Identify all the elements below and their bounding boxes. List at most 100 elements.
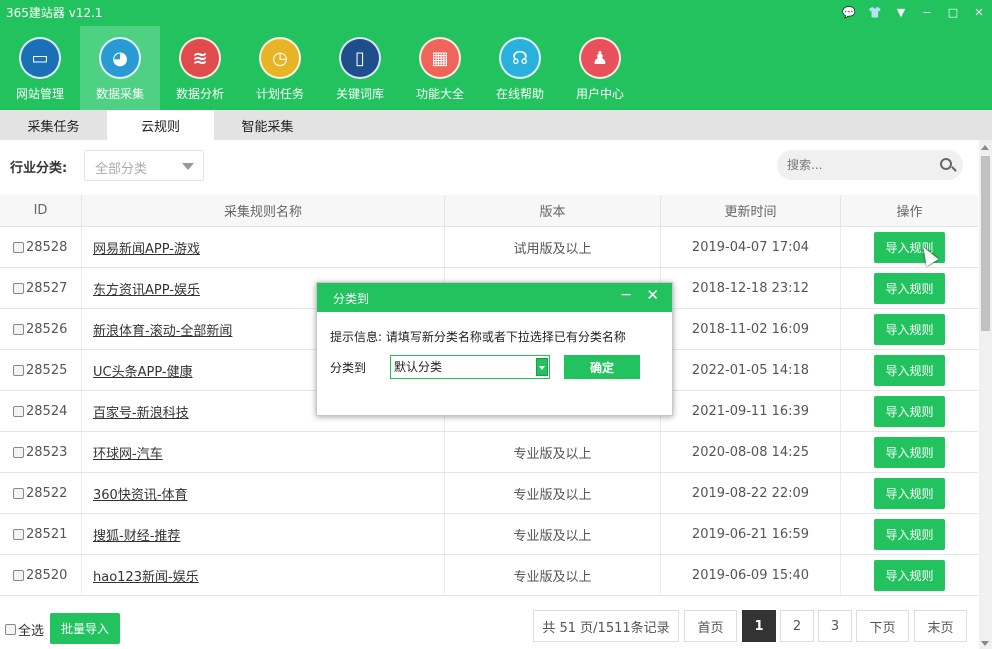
cell-time: 2018-11-02 16:09 (661, 309, 841, 349)
tab-cloud-rules[interactable]: 云规则 (107, 110, 214, 140)
cell-time: 2020-08-08 14:25 (661, 432, 841, 472)
cell-name: 环球网-汽车 (82, 432, 445, 472)
dialog-close-icon[interactable]: ✕ (646, 286, 659, 304)
import-rule-button[interactable]: 导入规则 (874, 354, 945, 386)
nav-item-2[interactable]: ≋ 数据分析 (160, 26, 240, 110)
row-checkbox[interactable] (13, 405, 24, 417)
import-rule-button[interactable]: 导入规则 (874, 436, 945, 468)
row-id: 28526 (26, 321, 68, 337)
rule-name-link[interactable]: 百家号-新浪科技 (93, 402, 189, 421)
nav-item-1[interactable]: ◕ 数据采集 (80, 26, 160, 110)
nav-item-5[interactable]: ▦ 功能大全 (400, 26, 480, 110)
nav-item-7[interactable]: ♟ 用户中心 (560, 26, 640, 110)
dialog-category-select[interactable]: 默认分类 (390, 355, 550, 379)
cell-action: 导入规则 (841, 555, 978, 595)
row-checkbox[interactable] (13, 569, 24, 581)
chat-icon[interactable]: 💬 (836, 0, 862, 24)
tab-smart-collect[interactable]: 智能采集 (214, 110, 321, 140)
rule-name-link[interactable]: 网易新闻APP-游戏 (93, 238, 200, 257)
scroll-down-icon[interactable] (981, 641, 989, 646)
cell-name: hao123新闻-娱乐 (82, 555, 445, 595)
page-button-3[interactable]: 3 (818, 610, 852, 642)
cell-action: 导入规则 (841, 473, 978, 513)
minimize-icon[interactable]: − (914, 0, 940, 24)
rule-name-link[interactable]: 东方资讯APP-娱乐 (93, 279, 200, 298)
row-checkbox[interactable] (13, 241, 24, 253)
rule-name-link[interactable]: 环球网-汽车 (93, 443, 163, 462)
dialog-confirm-button[interactable]: 确定 (564, 355, 640, 379)
rule-name-link[interactable]: 360快资讯-体育 (93, 484, 188, 503)
nav-item-4[interactable]: ▯ 关键词库 (320, 26, 400, 110)
search-input[interactable] (787, 155, 927, 175)
rule-name-link[interactable]: 搜狐-财经-推荐 (93, 525, 180, 544)
select-all-checkbox[interactable] (5, 624, 16, 635)
row-checkbox[interactable] (13, 446, 24, 458)
import-rule-button[interactable]: 导入规则 (874, 477, 945, 509)
import-rule-button[interactable]: 导入规则 (874, 559, 945, 591)
skin-icon[interactable]: 👕 (862, 0, 888, 24)
dialog-header[interactable]: 分类到 − ✕ (317, 283, 672, 312)
batch-import-button[interactable]: 批量导入 (50, 613, 120, 644)
database-icon: ≋ (179, 37, 221, 79)
app-title: 365建站器 v12.1 (6, 6, 103, 20)
rule-name-link[interactable]: 新浪体育-滚动-全部新闻 (93, 320, 232, 339)
header-version: 版本 (445, 195, 661, 226)
nav-item-3[interactable]: ◷ 计划任务 (240, 26, 320, 110)
row-id: 28528 (26, 239, 68, 255)
first-page-button[interactable]: 首页 (684, 610, 737, 642)
nav-item-label: 计划任务 (255, 87, 304, 101)
page-button-1[interactable]: 1 (742, 610, 776, 642)
row-checkbox[interactable] (13, 364, 24, 376)
select-all-label: 全选 (18, 624, 45, 639)
tab-collect-tasks[interactable]: 采集任务 (0, 110, 107, 140)
cell-name: 网易新闻APP-游戏 (82, 227, 445, 267)
cell-action: 导入规则 (841, 309, 978, 349)
nav-item-0[interactable]: ▭ 网站管理 (0, 26, 80, 110)
row-checkbox[interactable] (13, 528, 24, 540)
maximize-icon[interactable]: □ (940, 0, 966, 24)
headset-icon: ☊ (499, 37, 541, 79)
vertical-scrollbar[interactable] (979, 140, 992, 649)
main-nav: ▭ 网站管理 ◕ 数据采集 ≋ 数据分析 ◷ 计划任务 ▯ 关键词库 ▦ 功能大全 ☊ 在线帮助 ♟ 用户中心 (0, 26, 640, 110)
select-all[interactable]: 全选 (5, 620, 44, 639)
row-checkbox[interactable] (13, 323, 24, 335)
industry-select[interactable]: 全部分类 (84, 150, 204, 181)
cell-id: 28520 (0, 555, 82, 595)
scroll-thumb[interactable] (981, 156, 990, 331)
nav-item-6[interactable]: ☊ 在线帮助 (480, 26, 560, 110)
cell-id: 28525 (0, 350, 82, 390)
cell-version: 试用版及以上 (445, 227, 661, 267)
last-page-button[interactable]: 末页 (914, 610, 967, 642)
close-icon[interactable]: ✕ (966, 0, 992, 24)
import-rule-button[interactable]: 导入规则 (874, 313, 945, 345)
page-button-2[interactable]: 2 (780, 610, 814, 642)
nav-item-label: 网站管理 (15, 87, 64, 101)
book-icon: ▯ (339, 37, 381, 79)
dialog-minimize-icon[interactable]: − (620, 287, 632, 303)
menu-dropdown-icon[interactable]: ▼ (888, 0, 914, 24)
cell-id: 28523 (0, 432, 82, 472)
row-checkbox[interactable] (13, 487, 24, 499)
cell-id: 28527 (0, 268, 82, 308)
cell-action: 导入规则 (841, 350, 978, 390)
chevron-down-icon[interactable] (536, 358, 548, 376)
categorize-dialog: 分类到 − ✕ 提示信息: 请填写新分类名称或者下拉选择已有分类名称 分类到 默… (316, 282, 673, 416)
rule-name-link[interactable]: hao123新闻-娱乐 (93, 566, 199, 585)
cell-time: 2019-06-21 16:59 (661, 514, 841, 554)
rule-name-link[interactable]: UC头条APP-健康 (93, 361, 193, 380)
cell-time: 2019-04-07 17:04 (661, 227, 841, 267)
next-page-button[interactable]: 下页 (856, 610, 909, 642)
row-checkbox[interactable] (13, 282, 24, 294)
scroll-up-icon[interactable] (981, 145, 989, 150)
grid-icon: ▦ (419, 37, 461, 79)
title-bar: 365建站器 v12.1 💬 👕 ▼ − □ ✕ ▭ 网站管理 ◕ 数据采集 ≋ 数据分析… (0, 0, 992, 110)
window-controls: 💬 👕 ▼ − □ ✕ (836, 0, 992, 24)
import-rule-button[interactable]: 导入规则 (874, 518, 945, 550)
cell-action: 导入规则 (841, 268, 978, 308)
nav-item-label: 关键词库 (335, 87, 384, 101)
search-icon[interactable] (940, 158, 952, 170)
table-row: 28520 hao123新闻-娱乐 专业版及以上 2019-06-09 15:40 导入… (0, 555, 978, 596)
import-rule-button[interactable]: 导入规则 (874, 272, 945, 304)
cell-time: 2021-09-11 16:39 (661, 391, 841, 431)
import-rule-button[interactable]: 导入规则 (874, 395, 945, 427)
